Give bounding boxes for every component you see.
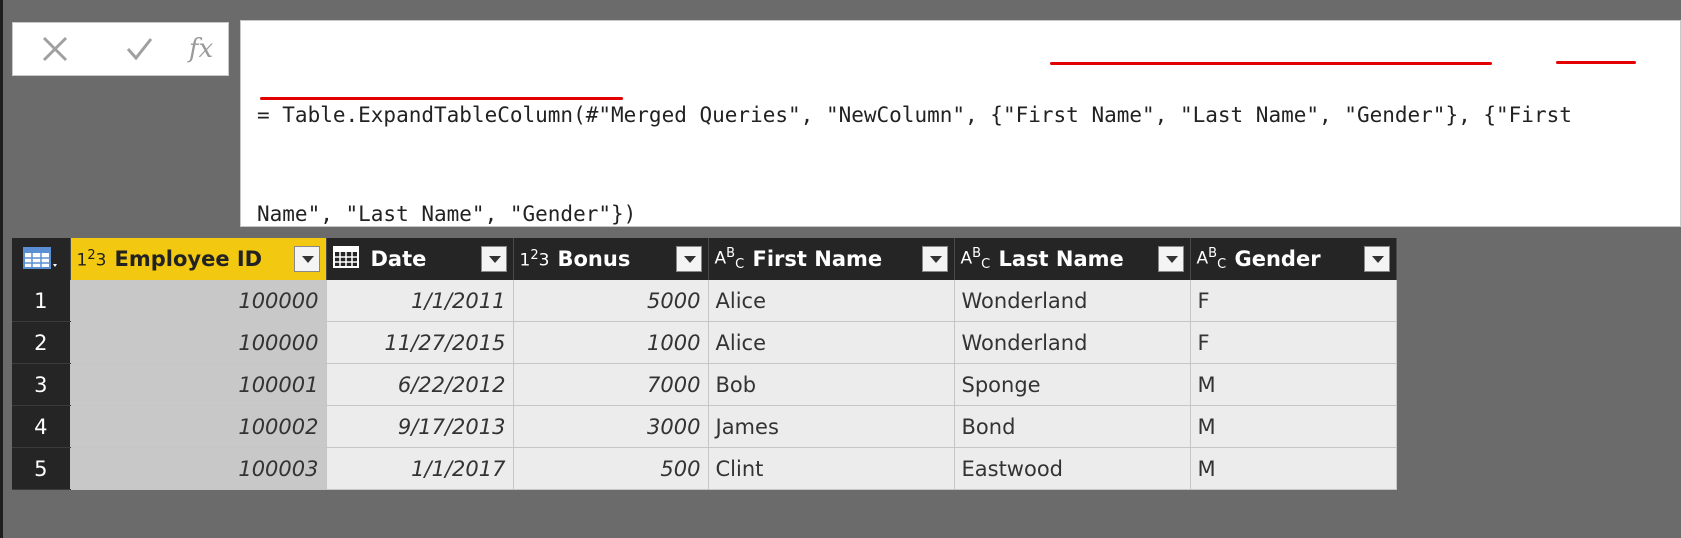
column-header-bonus[interactable]: 123 Bonus	[513, 238, 709, 280]
formula-line-2: Name", "Last Name", "Gender"})	[257, 202, 637, 226]
table-row: 2 100000 11/27/2015 1000 Alice Wonderlan…	[12, 321, 1397, 364]
whole-number-icon: 123	[519, 247, 550, 271]
filter-dropdown-button[interactable]	[1363, 246, 1390, 272]
cell-date[interactable]: 6/22/2012	[326, 363, 514, 406]
cell-last-name[interactable]: Eastwood	[954, 447, 1191, 490]
cell-date[interactable]: 9/17/2013	[326, 405, 514, 448]
column-label: Employee ID	[114, 247, 263, 271]
highlight-underline-1	[1050, 62, 1492, 65]
cell-last-name[interactable]: Wonderland	[954, 321, 1191, 364]
column-header-first-name[interactable]: ABC First Name	[708, 238, 955, 280]
table-row: 4 100002 9/17/2013 3000 James Bond M	[12, 405, 1397, 448]
table-icon	[23, 246, 57, 269]
filter-dropdown-button[interactable]	[480, 246, 507, 272]
table-row: 3 100001 6/22/2012 7000 Bob Sponge M	[12, 363, 1397, 406]
column-header-employee-id[interactable]: 123 Employee ID	[70, 238, 327, 280]
cell-date[interactable]: 1/1/2017	[326, 447, 514, 490]
filter-dropdown-button[interactable]	[293, 246, 320, 272]
cell-employee-id[interactable]: 100000	[70, 280, 327, 322]
x-icon	[42, 36, 68, 62]
filter-dropdown-button[interactable]	[675, 246, 702, 272]
cell-gender[interactable]: M	[1190, 405, 1397, 448]
cell-first-name[interactable]: James	[708, 405, 955, 448]
cell-employee-id[interactable]: 100001	[70, 363, 327, 406]
row-number[interactable]: 5	[12, 447, 71, 490]
column-header-last-name[interactable]: ABC Last Name	[954, 238, 1191, 280]
insert-function-button[interactable]: fx	[181, 33, 221, 65]
calendar-icon	[332, 245, 363, 273]
formula-line-1: = Table.ExpandTableColumn(#"Merged Queri…	[257, 103, 1572, 127]
cell-last-name[interactable]: Bond	[954, 405, 1191, 448]
cell-first-name[interactable]: Alice	[708, 280, 955, 322]
row-number[interactable]: 2	[12, 321, 71, 364]
cell-employee-id[interactable]: 100002	[70, 405, 327, 448]
column-header-gender[interactable]: ABC Gender	[1190, 238, 1397, 280]
cell-date[interactable]: 1/1/2011	[326, 280, 514, 322]
cell-gender[interactable]: F	[1190, 280, 1397, 322]
cell-gender[interactable]: F	[1190, 321, 1397, 364]
cell-gender[interactable]: M	[1190, 447, 1397, 490]
row-number[interactable]: 3	[12, 363, 71, 406]
column-label: First Name	[752, 247, 883, 271]
cell-bonus[interactable]: 3000	[513, 405, 709, 448]
row-number[interactable]: 4	[12, 405, 71, 448]
column-label: Date	[370, 247, 427, 271]
column-label: Gender	[1234, 247, 1321, 271]
cell-first-name[interactable]: Clint	[708, 447, 955, 490]
filter-dropdown-button[interactable]	[921, 246, 948, 272]
formula-editor[interactable]: = Table.ExpandTableColumn(#"Merged Queri…	[240, 20, 1681, 227]
filter-dropdown-button[interactable]	[1157, 246, 1184, 272]
text-type-icon: ABC	[1196, 245, 1227, 273]
fx-label: fx	[188, 34, 214, 64]
commit-formula-button[interactable]	[119, 33, 159, 65]
cell-bonus[interactable]: 7000	[513, 363, 709, 406]
column-label: Bonus	[557, 247, 631, 271]
cell-date[interactable]: 11/27/2015	[326, 321, 514, 364]
cell-first-name[interactable]: Alice	[708, 321, 955, 364]
cancel-formula-button[interactable]	[35, 33, 75, 65]
window-edge	[0, 0, 3, 538]
highlight-underline-2	[1556, 61, 1636, 64]
formula-bar-buttons: fx	[12, 22, 229, 76]
table-row: 5 100003 1/1/2017 500 Clint Eastwood M	[12, 447, 1397, 490]
cell-bonus[interactable]: 5000	[513, 280, 709, 322]
cell-employee-id[interactable]: 100003	[70, 447, 327, 490]
data-grid: 123 Employee ID Date 123 Bonus ABC First…	[12, 238, 1397, 490]
column-header-date[interactable]: Date	[326, 238, 514, 280]
table-menu-corner[interactable]	[12, 238, 71, 280]
highlight-underline-3	[260, 97, 623, 100]
header-row: 123 Employee ID Date 123 Bonus ABC First…	[12, 238, 1397, 280]
checkmark-icon	[126, 38, 153, 61]
table-row: 1 100000 1/1/2011 5000 Alice Wonderland …	[12, 280, 1397, 322]
row-number[interactable]: 1	[12, 280, 71, 322]
text-type-icon: ABC	[960, 245, 991, 273]
whole-number-icon: 123	[76, 247, 107, 271]
column-label: Last Name	[998, 247, 1124, 271]
text-type-icon: ABC	[714, 245, 745, 273]
cell-gender[interactable]: M	[1190, 363, 1397, 406]
cell-bonus[interactable]: 500	[513, 447, 709, 490]
cell-bonus[interactable]: 1000	[513, 321, 709, 364]
cell-last-name[interactable]: Sponge	[954, 363, 1191, 406]
cell-first-name[interactable]: Bob	[708, 363, 955, 406]
cell-employee-id[interactable]: 100000	[70, 321, 327, 364]
cell-last-name[interactable]: Wonderland	[954, 280, 1191, 322]
